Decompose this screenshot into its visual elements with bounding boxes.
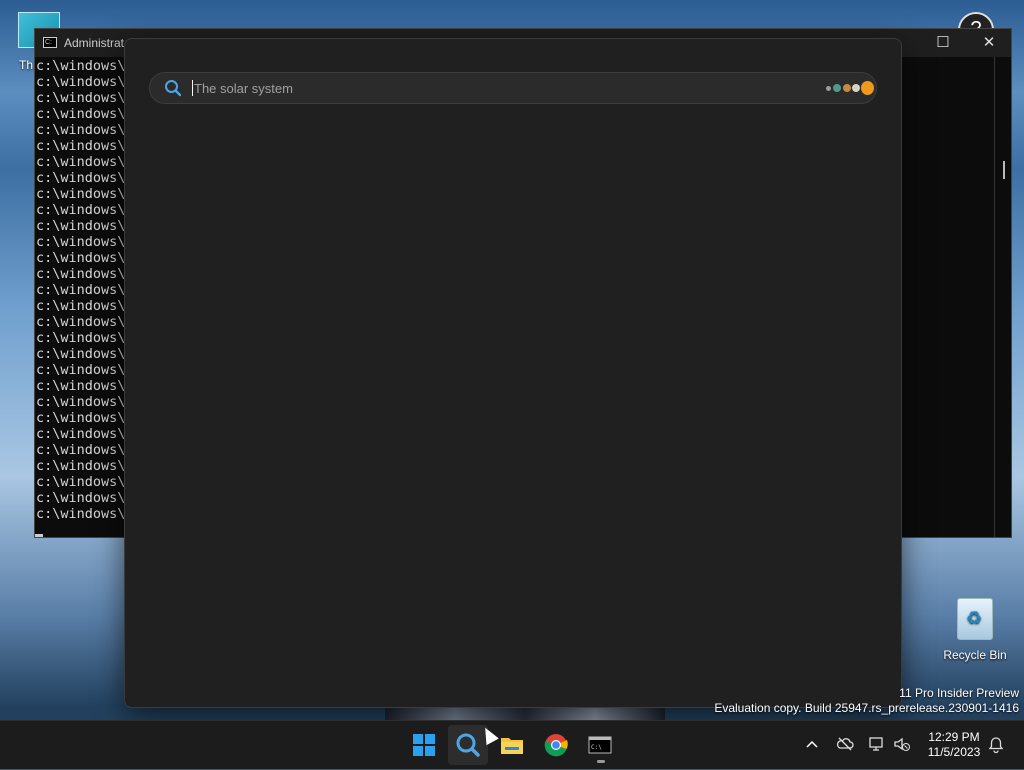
console-output: c:\windows\s c:\windows\s c:\windows\s c:\w… [36, 58, 134, 522]
solar-system-icon [826, 81, 874, 95]
console-line: c:\windows\s [36, 266, 134, 282]
console-line: c:\windows\s [36, 314, 134, 330]
console-line: c:\windows\s [36, 394, 134, 410]
console-line: c:\windows\s [36, 138, 134, 154]
close-button[interactable]: ✕ [974, 33, 1004, 51]
search-box[interactable] [149, 72, 877, 104]
taskbar: C:\ 12:29 PM 11/5/2023 [0, 720, 1024, 769]
console-line: c:\windows\s [36, 426, 134, 442]
console-line: c:\windows\s [36, 58, 134, 74]
console-line: c:\windows\s [36, 250, 134, 266]
console-line: c:\windows\s [36, 218, 134, 234]
search-input[interactable] [192, 76, 796, 100]
windows-watermark: 11 Pro Insider Preview Evaluation copy. … [714, 686, 1019, 716]
volume-muted-icon[interactable] [893, 735, 911, 753]
onedrive-offline-icon[interactable] [836, 735, 854, 753]
console-cursor [35, 534, 43, 537]
console-line: c:\windows\s [36, 282, 134, 298]
file-explorer-button[interactable] [492, 725, 532, 765]
search-panel [124, 38, 902, 708]
console-line: c:\windows\s [36, 442, 134, 458]
terminal-icon: C: [43, 37, 57, 48]
terminal-icon: C:\ [588, 736, 612, 754]
watermark-line-1: 11 Pro Insider Preview [899, 686, 1019, 700]
notification-bell-icon[interactable] [988, 736, 1004, 754]
system-clock[interactable]: 12:29 PM 11/5/2023 [921, 730, 987, 760]
console-line: c:\windows\s [36, 490, 134, 506]
maximize-button[interactable]: ☐ [928, 33, 958, 51]
console-line: c:\windows\s [36, 122, 134, 138]
recycle-bin-label: Recycle Bin [943, 648, 1007, 662]
console-line: c:\windows\s [36, 410, 134, 426]
console-scrollbar-thumb[interactable] [1003, 161, 1005, 179]
search-icon [165, 80, 182, 97]
console-line: c:\windows\s [36, 106, 134, 122]
console-line: c:\windows\s [36, 346, 134, 362]
console-line: c:\windows\s [36, 90, 134, 106]
console-line: c:\windows\s [36, 170, 134, 186]
chrome-icon [544, 734, 568, 757]
console-scrollbar-track[interactable] [994, 57, 995, 537]
terminal-button[interactable]: C:\ [580, 725, 620, 765]
text-caret [192, 80, 193, 96]
desktop-app-label: Th [19, 58, 34, 72]
console-line: c:\windows\s [36, 202, 134, 218]
svg-text:C:\: C:\ [591, 744, 602, 751]
network-icon[interactable] [868, 735, 886, 753]
terminal-running-indicator [597, 760, 605, 763]
console-line: c:\windows\s [36, 186, 134, 202]
clock-date: 11/5/2023 [927, 745, 981, 759]
command-prompt-title: Administrat [64, 36, 125, 50]
console-line: c:\windows\s [36, 378, 134, 394]
console-line: c:\windows\s [36, 74, 134, 90]
console-line: c:\windows\s [36, 474, 134, 490]
chevron-up-icon[interactable] [804, 737, 820, 753]
clock-time: 12:29 PM [928, 730, 980, 744]
start-button[interactable] [404, 725, 444, 765]
console-line: c:\windows\s [36, 458, 134, 474]
recycle-bin[interactable]: ♻ Recycle Bin [938, 594, 1012, 662]
console-line: c:\windows\s [36, 234, 134, 250]
file-explorer-icon [501, 738, 523, 754]
recycle-bin-icon: ♻ [957, 598, 993, 640]
watermark-line-2: Evaluation copy. Build 25947.rs_prerelea… [714, 701, 1019, 715]
console-line: c:\windows\s [36, 298, 134, 314]
start-icon [413, 734, 435, 756]
console-line: c:\windows\s [36, 330, 134, 346]
console-line: c:\windows\s [36, 154, 134, 170]
console-line: c:\windows\s [36, 362, 134, 378]
console-line: c:\windows\s [36, 506, 134, 522]
chrome-button[interactable] [536, 725, 576, 765]
